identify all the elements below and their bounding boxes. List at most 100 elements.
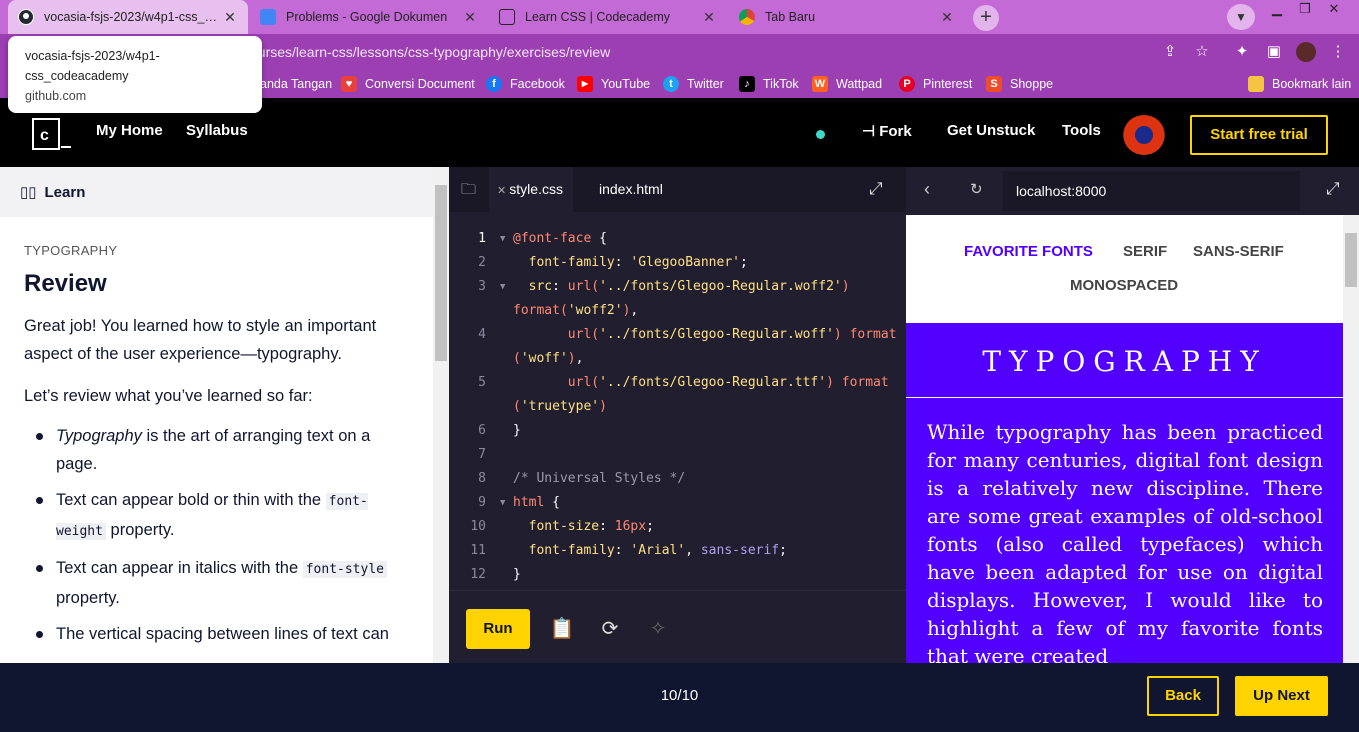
code-line[interactable]: 10 font-size: 16px; (449, 515, 906, 539)
close-icon[interactable]: ✕ (222, 9, 238, 26)
line-number: 6 (478, 423, 486, 438)
minimize-button[interactable]: ▁ (1263, 0, 1291, 18)
nav-syllabus[interactable]: Syllabus (186, 122, 248, 139)
browser-tab[interactable]: Tab Baru ✕ (729, 0, 965, 34)
code-token: url( (567, 375, 600, 390)
bookmark-item[interactable]: P Pinterest (899, 70, 972, 98)
expand-icon[interactable]: ⤢ (869, 179, 883, 199)
back-icon[interactable]: ‹ (924, 179, 930, 200)
magic-wand-icon[interactable]: ✧ (645, 617, 671, 643)
code-lines[interactable]: 1 ▼ @font-face {2 font-family: 'GlegooBann… (449, 227, 906, 587)
scrollbar-thumb[interactable] (1345, 233, 1357, 287)
code-line[interactable]: 5 url('../fonts/Glegoo-Regular.ttf') for… (449, 371, 906, 395)
code-token: , (685, 543, 701, 558)
tab-title: Tab Baru (765, 10, 816, 24)
fork-icon: ⊣ (862, 123, 880, 140)
nav-serif[interactable]: SERIF (1123, 243, 1167, 260)
book-icon: ▯▯ (20, 184, 37, 201)
tiktok-icon: ♪ (739, 76, 755, 92)
share-icon[interactable]: ⇪ (1160, 42, 1180, 62)
up-next-button[interactable]: Up Next (1235, 676, 1328, 716)
fold-arrow-icon[interactable]: ▼ (500, 491, 505, 515)
browser-tab[interactable]: Learn CSS | Codecademy ✕ (489, 0, 727, 34)
tools-button[interactable]: Tools (1062, 122, 1101, 139)
code-line[interactable]: format('woff2'), (449, 299, 906, 323)
code-line[interactable]: 6} (449, 419, 906, 443)
clipboard-icon[interactable]: 📋 (549, 617, 575, 643)
code-line[interactable]: 9 ▼ html { (449, 491, 906, 515)
bookmark-item[interactable]: ♪ TikTok (739, 70, 799, 98)
side-panel-icon[interactable]: ▣ (1264, 42, 1284, 62)
bookmark-item[interactable]: Bookmark lain (1248, 70, 1351, 98)
code-line[interactable]: 8 /* Universal Styles */ (449, 467, 906, 491)
code-line[interactable]: ('woff'), (449, 347, 906, 371)
tab-index-html[interactable]: index.html (599, 167, 663, 212)
star-icon[interactable]: ☆ (1192, 42, 1212, 62)
code-line[interactable]: 12} (449, 563, 906, 587)
refresh-icon[interactable]: ↻ (970, 180, 983, 198)
fold-arrow-icon[interactable]: ▼ (500, 275, 505, 299)
address-bar[interactable]: ourses/learn-css/lessons/css-typography/… (250, 39, 1230, 65)
new-tab-button[interactable]: + (973, 5, 999, 31)
fork-button[interactable]: ⊣ Fork (862, 122, 912, 140)
window-close-button[interactable]: ✕ (1320, 0, 1348, 18)
extensions-icon[interactable]: ✦ (1232, 42, 1252, 62)
line-number: 12 (470, 567, 486, 582)
lesson-footer: 10/10 Back Up Next (0, 663, 1359, 732)
close-icon[interactable]: ✕ (462, 9, 478, 26)
bookmark-item[interactable]: ▶ YouTube (577, 70, 650, 98)
code-line[interactable]: 7 (449, 443, 906, 467)
fold-arrow-icon[interactable]: ▼ (500, 227, 505, 251)
scrollbar[interactable] (1343, 215, 1359, 663)
maximize-button[interactable]: ❐ (1291, 0, 1319, 18)
bookmark-label: Conversi Document (365, 77, 475, 91)
learn-tab[interactable]: ▯▯ Learn (0, 167, 433, 217)
shopee-icon: S (986, 76, 1002, 92)
bookmark-label: TikTok (763, 77, 799, 91)
line-number: 8 (478, 471, 486, 486)
nav-monospaced[interactable]: MONOSPACED (1070, 277, 1178, 294)
code-line[interactable]: 4 url('../fonts/Glegoo-Regular.woff') fo… (449, 323, 906, 347)
chevron-down-icon[interactable]: ▼ (1227, 4, 1255, 30)
back-button[interactable]: Back (1147, 676, 1219, 716)
close-icon[interactable]: ✕ (497, 185, 509, 197)
more-menu-icon[interactable]: ⋮ (1328, 42, 1348, 62)
preview-hero-title: TYPOGRAPHY (906, 323, 1343, 398)
avatar[interactable] (1123, 115, 1165, 155)
scrollbar[interactable] (433, 167, 449, 663)
preview-url-input[interactable]: localhost:8000 (1003, 171, 1300, 211)
reset-icon[interactable]: ⟳ (597, 617, 623, 643)
code-token: 'truetype' (520, 399, 600, 414)
start-free-trial-button[interactable]: Start free trial (1190, 115, 1328, 155)
scrollbar-thumb[interactable] (435, 185, 447, 361)
browser-tab[interactable]: vocasia-fsjs-2023/w4p1-css_code ✕ (8, 0, 248, 34)
avatar[interactable] (1296, 42, 1316, 62)
bookmark-item[interactable]: S Shoppe (986, 70, 1053, 98)
close-icon[interactable]: ✕ (701, 9, 717, 26)
code-line[interactable]: 2 font-family: 'GlegooBanner'; (449, 251, 906, 275)
code-line[interactable]: 11 font-family: 'Arial', sans-serif; (449, 539, 906, 563)
code-line[interactable]: 1 ▼ @font-face { (449, 227, 906, 251)
folder-icon[interactable]: 🗀 (461, 179, 476, 204)
bookmark-item[interactable]: W Wattpad (812, 70, 882, 98)
codecademy-logo[interactable]: c (32, 118, 72, 150)
expand-icon[interactable]: ⤢ (1326, 179, 1340, 199)
browser-tab[interactable]: Problems - Google Dokumen ✕ (250, 0, 488, 34)
close-icon[interactable]: ✕ (939, 9, 955, 26)
nav-sans-serif[interactable]: SANS-SERIF (1193, 243, 1284, 260)
bookmark-item[interactable]: anda Tangan (260, 70, 332, 98)
nav-favorite-fonts[interactable]: FAVORITE FONTS (964, 243, 1093, 260)
tab-style-css[interactable]: ✕ style.css (489, 167, 573, 212)
code-line[interactable]: 3 ▼ src: url('../fonts/Glegoo-Regular.wof… (449, 275, 906, 299)
code-token: ( (513, 351, 521, 366)
code-text: url('../fonts/Glegoo-Regular.woff') form… (513, 323, 897, 347)
bookmark-item[interactable]: t Twitter (663, 70, 724, 98)
bookmark-item[interactable]: f Facebook (486, 70, 565, 98)
code-line[interactable]: ('truetype') (449, 395, 906, 419)
bookmark-item[interactable]: ♥ Conversi Document (341, 70, 475, 98)
get-unstuck-button[interactable]: Get Unstuck (947, 122, 1035, 139)
run-button[interactable]: Run (466, 609, 530, 649)
nav-my-home[interactable]: My Home (96, 122, 163, 139)
code-token: } (513, 423, 521, 438)
